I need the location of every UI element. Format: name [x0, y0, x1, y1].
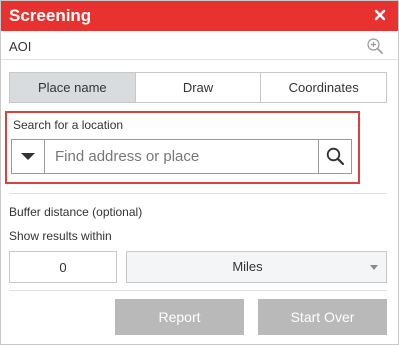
caret-down-icon: [21, 153, 35, 160]
report-button[interactable]: Report: [115, 299, 244, 335]
input-method-tabs: Place name Draw Coordinates: [9, 72, 387, 103]
divider: [9, 290, 387, 291]
zoom-in-icon[interactable]: [366, 37, 384, 55]
tab-draw[interactable]: Draw: [135, 73, 262, 102]
search-source-dropdown[interactable]: [12, 140, 45, 173]
close-icon[interactable]: [372, 7, 388, 23]
show-results-within-label: Show results within: [9, 229, 112, 243]
chevron-down-icon: [370, 265, 378, 270]
search-label: Search for a location: [13, 118, 124, 132]
buffer-distance-input[interactable]: [9, 251, 117, 283]
search-group: [11, 139, 352, 174]
panel-title: Screening: [9, 6, 92, 25]
search-icon: [326, 147, 345, 166]
buffer-distance-label: Buffer distance (optional): [9, 205, 143, 219]
aoi-row: AOI: [1, 31, 398, 60]
search-button[interactable]: [318, 140, 351, 173]
tab-coordinates[interactable]: Coordinates: [261, 73, 387, 102]
distance-unit-value: Miles: [232, 259, 263, 274]
search-input[interactable]: [46, 140, 318, 173]
aoi-label: AOI: [9, 39, 32, 54]
location-search-section: Search for a location: [5, 111, 360, 184]
screening-panel: Screening AOI Place name Draw Coordinate…: [0, 0, 399, 345]
start-over-button[interactable]: Start Over: [258, 299, 387, 335]
divider: [9, 193, 387, 194]
panel-header: Screening: [1, 1, 398, 31]
distance-unit-select[interactable]: Miles: [126, 251, 387, 283]
tab-place-name[interactable]: Place name: [10, 73, 136, 102]
